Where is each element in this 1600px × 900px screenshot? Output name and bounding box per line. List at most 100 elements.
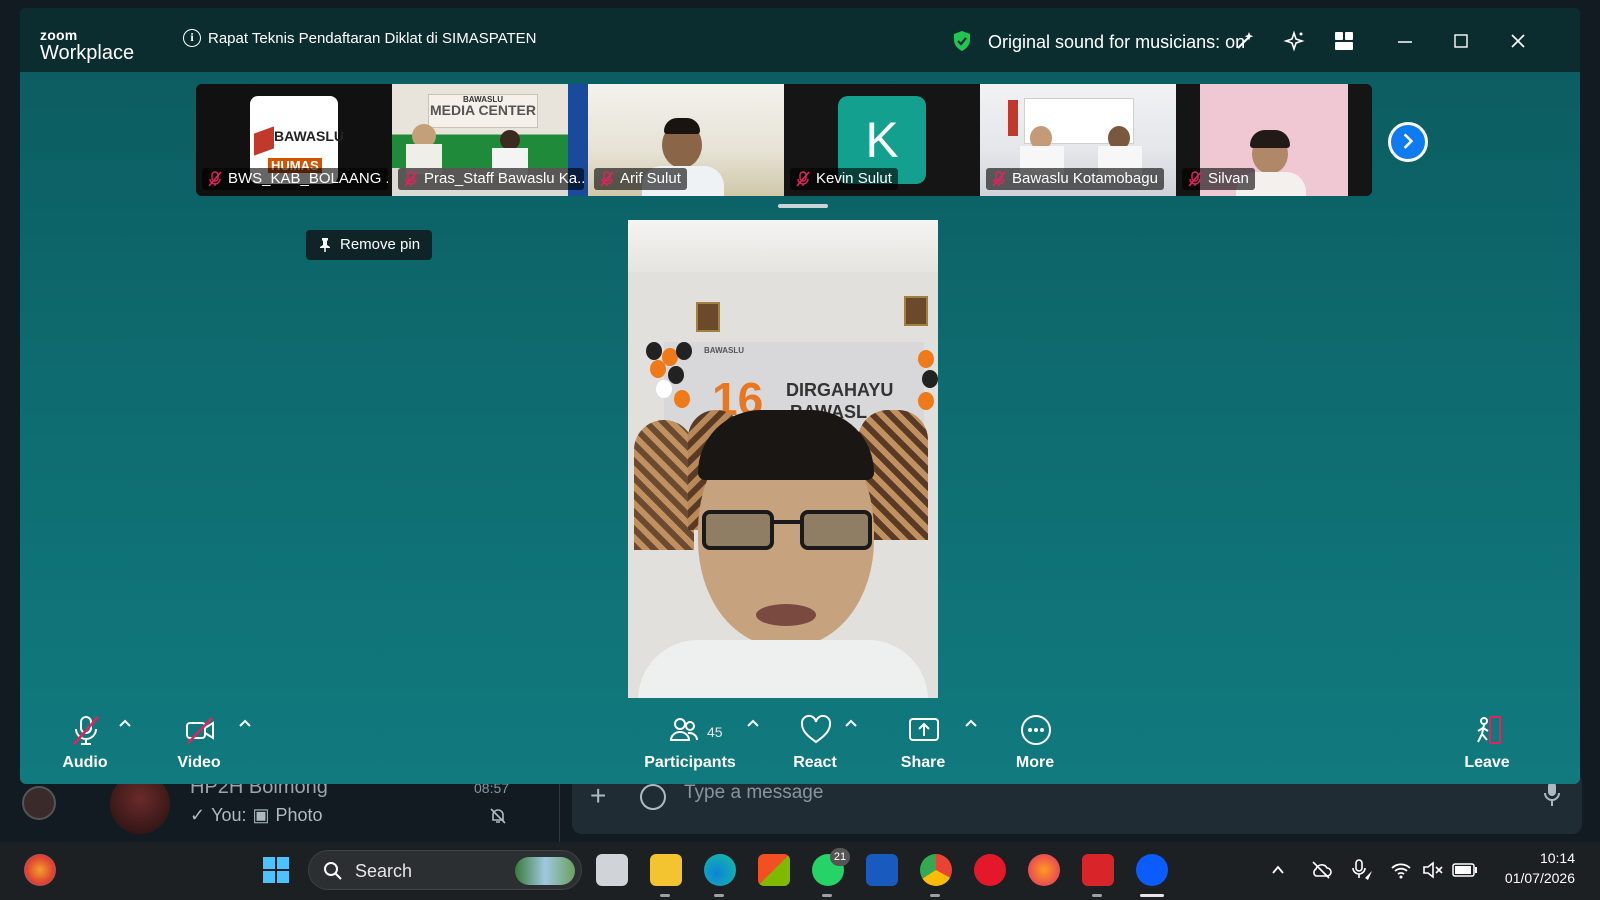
media-player-icon[interactable] xyxy=(974,854,1006,886)
apps-grid-icon[interactable] xyxy=(1333,30,1355,52)
edge-browser-icon[interactable] xyxy=(704,854,736,886)
balloon xyxy=(646,342,662,360)
zoom-app-icon[interactable] xyxy=(1136,854,1168,886)
share-screen-icon xyxy=(909,718,939,741)
remove-pin-button[interactable]: Remove pin xyxy=(306,230,433,260)
participant-tile[interactable]: BAWASLU MEDIA CENTER Pras_Staff Bawaslu … xyxy=(392,84,588,196)
glasses-bridge xyxy=(774,520,800,524)
message-input[interactable]: Type a message xyxy=(684,782,823,804)
windows-start-icon[interactable] xyxy=(260,854,292,886)
clock-time[interactable]: 10:14 xyxy=(1505,850,1575,866)
participants-options-chevron-icon[interactable] xyxy=(746,718,760,728)
share-button[interactable]: Share xyxy=(878,706,968,776)
active-indicator xyxy=(1140,894,1164,897)
voice-mic-icon[interactable] xyxy=(1542,780,1562,808)
volume-muted-icon[interactable] xyxy=(1422,860,1444,880)
audio-options-chevron-icon[interactable] xyxy=(118,718,132,728)
video-options-chevron-icon[interactable] xyxy=(238,718,252,728)
original-sound-status[interactable]: Original sound for musicians: on xyxy=(988,32,1245,53)
balloon xyxy=(676,342,692,360)
microsoft-store-icon[interactable] xyxy=(758,854,790,886)
zoom-logo-text: zoom xyxy=(40,27,78,43)
media-center-small-text: BAWASLU xyxy=(463,95,503,104)
whatsapp-unread-badge: 21 xyxy=(830,848,850,866)
participants-label: Participants xyxy=(644,754,736,771)
weather-widget-icon[interactable] xyxy=(24,854,56,886)
taskbar-search[interactable]: Search xyxy=(308,850,582,890)
minimize-icon[interactable] xyxy=(1394,30,1416,52)
battery-icon[interactable] xyxy=(1452,862,1478,878)
mic-location-icon[interactable] xyxy=(1350,858,1374,882)
balloon xyxy=(918,392,934,410)
strip-resize-handle[interactable] xyxy=(778,204,828,208)
meeting-controls-toolbar: Audio Video 45 Participants React Share … xyxy=(20,698,1580,784)
task-view-icon[interactable] xyxy=(596,854,628,886)
video-off-icon xyxy=(186,717,214,744)
wall-portrait xyxy=(696,302,720,332)
shield-check-icon[interactable] xyxy=(952,30,972,52)
maximize-icon[interactable] xyxy=(1450,30,1472,52)
mic-muted-icon xyxy=(796,171,810,187)
participants-count: 45 xyxy=(707,724,723,740)
balloon xyxy=(668,366,684,384)
speaker-shirt xyxy=(638,640,928,698)
active-indicator xyxy=(1092,894,1102,897)
ceiling xyxy=(628,220,938,272)
speaker-glasses-left xyxy=(702,510,774,550)
wifi-icon[interactable] xyxy=(1390,860,1412,880)
bawaslu-logo-text: BAWASLU xyxy=(274,128,344,144)
leave-label: Leave xyxy=(1464,754,1510,771)
balloon xyxy=(650,360,666,378)
leave-door-icon xyxy=(1477,716,1501,744)
info-icon[interactable]: i xyxy=(183,29,201,47)
emoji-icon[interactable] xyxy=(640,784,666,810)
word-icon[interactable] xyxy=(866,854,898,886)
chevron-up-icon[interactable] xyxy=(1270,862,1286,878)
profile-avatar[interactable] xyxy=(22,786,56,820)
active-indicator xyxy=(660,894,670,897)
share-options-chevron-icon[interactable] xyxy=(964,718,978,728)
leave-button[interactable]: Leave xyxy=(1442,706,1532,776)
photo-icon: ▣ xyxy=(252,805,270,825)
participant-tile[interactable]: Silvan xyxy=(1176,84,1372,196)
audio-button[interactable]: Audio xyxy=(40,706,130,776)
balloon xyxy=(674,390,690,408)
chrome-icon[interactable] xyxy=(920,854,952,886)
participant-thumbnail-strip: BAWASLU HUMAS BWS_KAB_BOLAANG ... BAWASL… xyxy=(196,84,1372,196)
share-label: Share xyxy=(900,754,946,771)
magic-wand-icon[interactable] xyxy=(1234,30,1256,52)
close-icon[interactable] xyxy=(1507,30,1529,52)
participant-tile[interactable]: K Kevin Sulut xyxy=(784,84,980,196)
react-button[interactable]: React xyxy=(770,706,860,776)
participant-name: Kevin Sulut xyxy=(816,170,892,187)
mic-muted-icon xyxy=(600,171,614,187)
attach-plus-icon[interactable]: + xyxy=(590,780,606,812)
next-page-arrow-icon[interactable] xyxy=(1388,122,1428,162)
clock-date[interactable]: 01/07/2026 xyxy=(1484,870,1575,886)
pinned-video[interactable]: BAWASLU 16 DIRGAHAYU BAWASL xyxy=(628,220,938,698)
search-icon xyxy=(324,862,342,880)
media-center-banner: BAWASLU MEDIA CENTER xyxy=(428,94,538,128)
react-label: React xyxy=(793,754,837,771)
balloon xyxy=(918,350,934,368)
flag xyxy=(1008,100,1018,136)
participants-button[interactable]: 45 Participants xyxy=(640,706,740,776)
participant-tile[interactable]: Bawaslu Kotamobagu xyxy=(980,84,1176,196)
participant-tile[interactable]: Arif Sulut xyxy=(588,84,784,196)
video-button[interactable]: Video xyxy=(154,706,244,776)
participant-name: Pras_Staff Bawaslu Ka... xyxy=(424,170,584,187)
participant-name: Arif Sulut xyxy=(620,170,681,187)
participant-name: Silvan xyxy=(1208,170,1249,187)
react-options-chevron-icon[interactable] xyxy=(844,718,858,728)
windows-taskbar: Search 21 10:14 01/07/2026 xyxy=(0,842,1600,900)
ai-sparkle-icon[interactable] xyxy=(1283,30,1305,52)
remove-pin-label: Remove pin xyxy=(340,236,421,253)
cloud-off-icon[interactable] xyxy=(1310,860,1332,880)
participant-tile[interactable]: BAWASLU HUMAS BWS_KAB_BOLAANG ... xyxy=(196,84,392,196)
firefox-icon[interactable] xyxy=(1028,854,1060,886)
more-button[interactable]: More xyxy=(990,706,1080,776)
participant-name-label: BWS_KAB_BOLAANG ... xyxy=(202,168,388,190)
file-explorer-icon[interactable] xyxy=(650,854,682,886)
zoom-titlebar: zoom Workplace i Rapat Teknis Pendaftara… xyxy=(20,8,1580,72)
wps-office-icon[interactable] xyxy=(1082,854,1114,886)
